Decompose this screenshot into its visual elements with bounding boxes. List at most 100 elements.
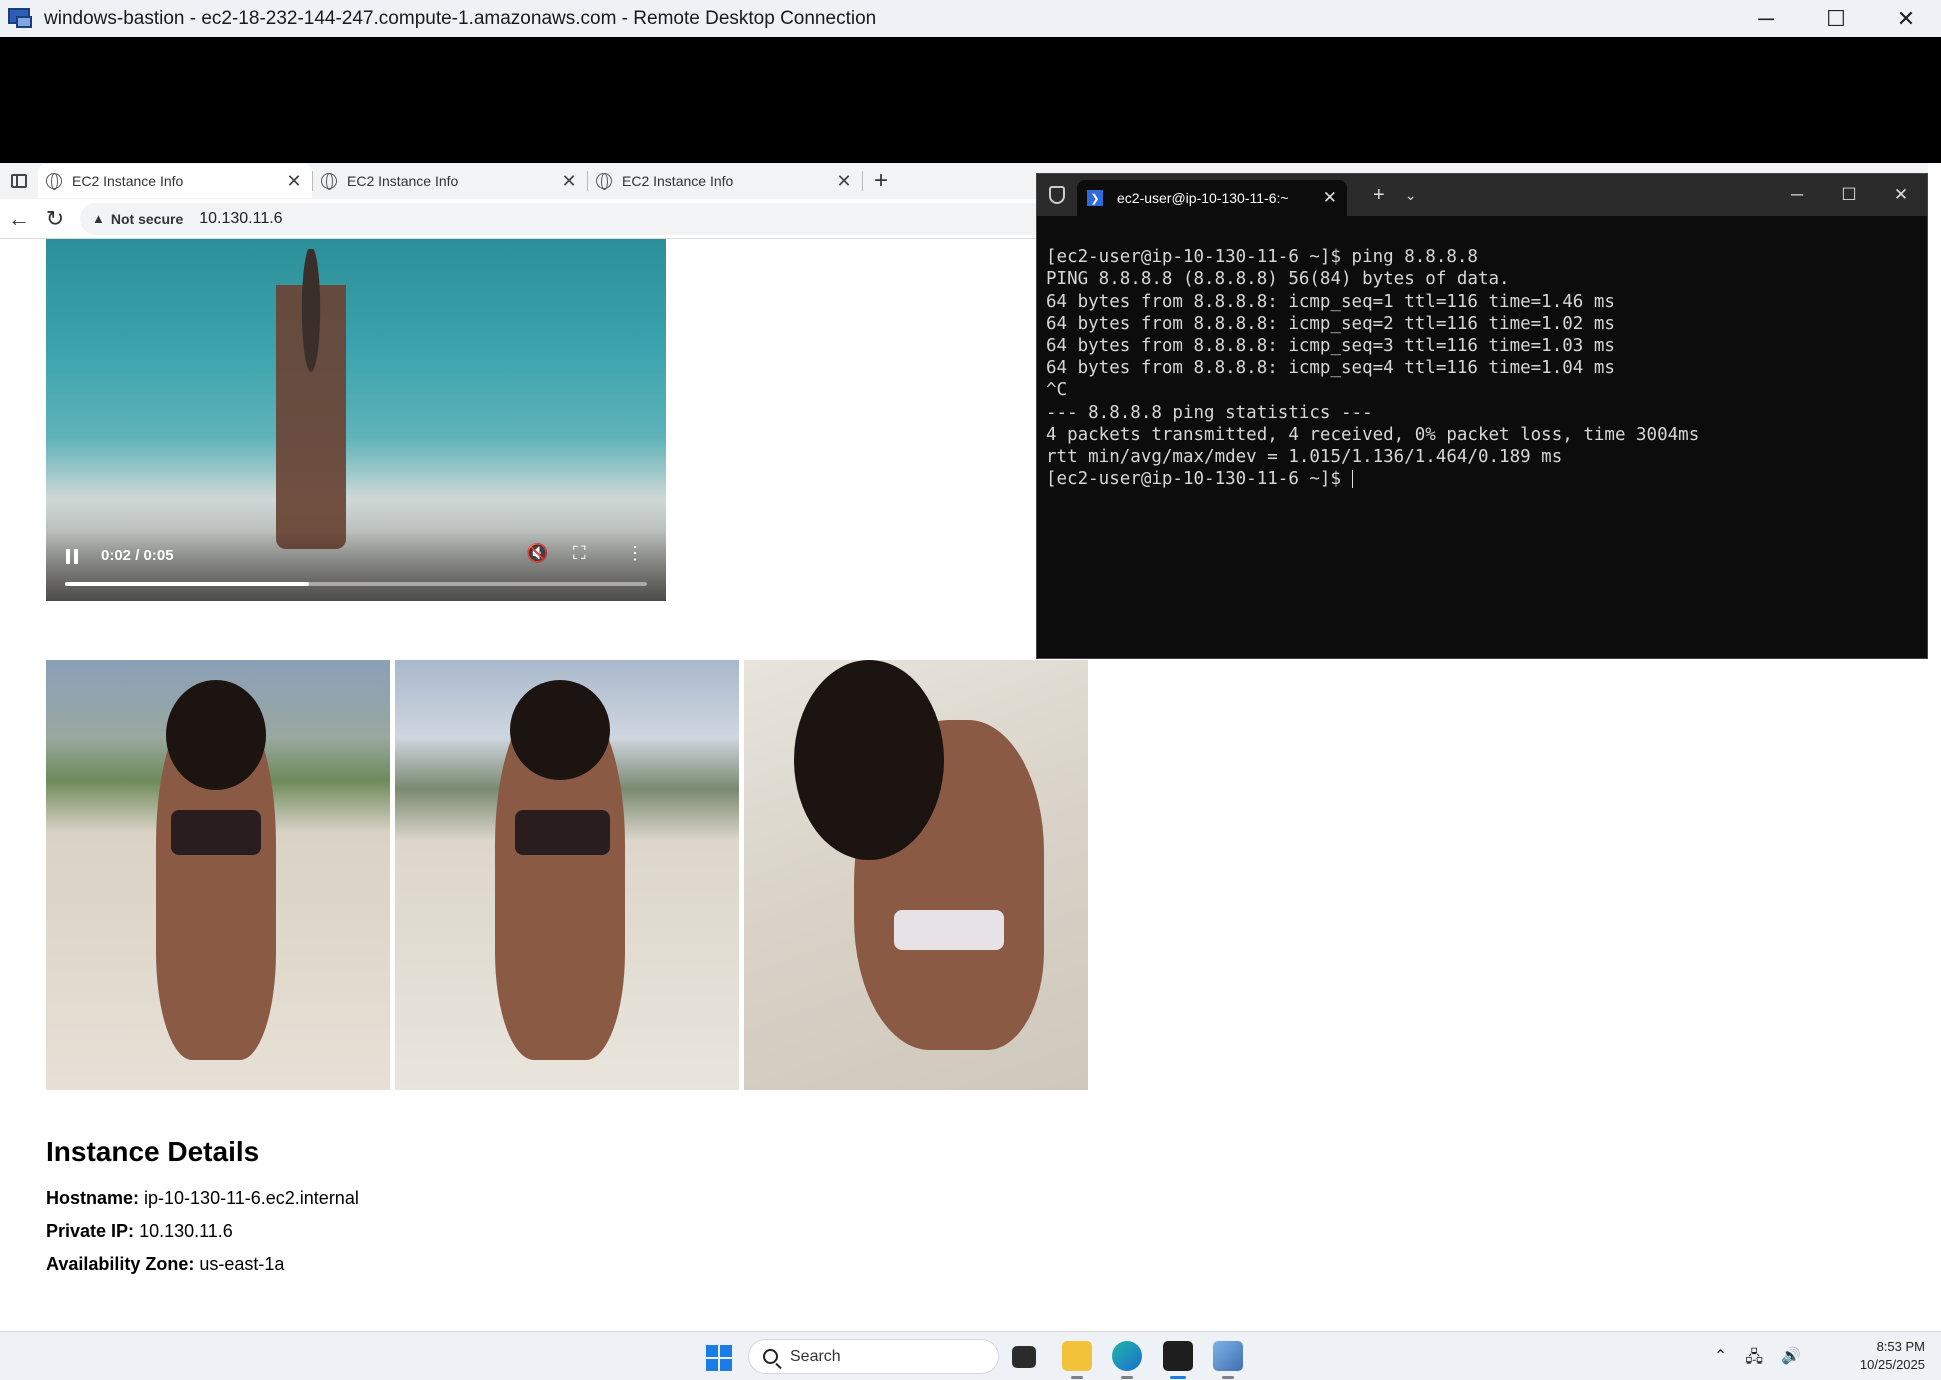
remote-desktop-icon[interactable] bbox=[1213, 1341, 1243, 1371]
tab-ec2-instance-info-2[interactable]: EC2 Instance Info ✕ bbox=[313, 164, 587, 198]
terminal-line: PING 8.8.8.8 (8.8.8.8) 56(84) bytes of d… bbox=[1046, 269, 1510, 290]
terminal-line: 64 bytes from 8.8.8.8: icmp_seq=3 ttl=11… bbox=[1046, 336, 1615, 357]
mute-icon[interactable]: 🔇 bbox=[526, 543, 548, 564]
edge-browser-icon[interactable] bbox=[1112, 1341, 1142, 1371]
terminal-new-tab-button[interactable]: + bbox=[1373, 184, 1385, 207]
gallery-photo-1 bbox=[46, 660, 390, 1090]
running-indicator bbox=[1121, 1376, 1133, 1379]
tab-label: EC2 Instance Info bbox=[622, 173, 734, 189]
tray-overflow-icon[interactable]: ⌃ bbox=[1714, 1346, 1727, 1373]
video-player[interactable]: 0:02 / 0:05 🔇 ⛶ ⋮ bbox=[46, 239, 666, 601]
back-button[interactable]: ← bbox=[2, 202, 36, 236]
taskbar-search[interactable]: Search bbox=[748, 1339, 999, 1374]
window-edge bbox=[1928, 163, 1941, 1331]
system-tray: ⌃ 🖧 🔊 bbox=[1714, 1346, 1801, 1373]
hostname-label: Hostname: bbox=[46, 1188, 140, 1208]
terminal-title-bar: ❯ ec2-user@ip-10-130-11-6:~ ✕ + ⌄ ─ ☐ ✕ bbox=[1037, 174, 1927, 216]
clock-time: 8:53 PM bbox=[1876, 1339, 1925, 1354]
start-button[interactable] bbox=[706, 1345, 732, 1371]
terminal-tab[interactable]: ❯ ec2-user@ip-10-130-11-6:~ ✕ bbox=[1077, 180, 1347, 216]
terminal-line: ^C bbox=[1046, 380, 1068, 401]
tab-label: EC2 Instance Info bbox=[72, 173, 184, 189]
shell-icon: ❯ bbox=[1087, 190, 1103, 206]
network-icon[interactable]: 🖧 bbox=[1745, 1346, 1763, 1373]
running-indicator bbox=[1071, 1376, 1083, 1379]
private-ip-value: 10.130.11.6 bbox=[139, 1221, 233, 1241]
video-controls: 0:02 / 0:05 🔇 ⛶ ⋮ bbox=[46, 531, 666, 601]
gallery-photo-2 bbox=[395, 660, 739, 1090]
tab-ec2-instance-info-3[interactable]: EC2 Instance Info ✕ bbox=[588, 164, 862, 198]
terminal-close-button[interactable]: ✕ bbox=[1875, 185, 1927, 205]
tab-close-button[interactable]: ✕ bbox=[284, 171, 304, 192]
terminal-line: rtt min/avg/max/mdev = 1.015/1.136/1.464… bbox=[1046, 447, 1563, 468]
warning-icon[interactable]: ▲ bbox=[92, 211, 105, 226]
tab-actions-menu[interactable] bbox=[0, 163, 38, 199]
details-heading: Instance Details bbox=[46, 1136, 260, 1167]
security-status[interactable]: Not secure bbox=[111, 211, 183, 227]
clock[interactable]: 8:53 PM 10/25/2025 bbox=[1860, 1338, 1925, 1374]
hostname-row: Hostname: ip-10-130-11-6.ec2.internal bbox=[46, 1188, 359, 1209]
tab-actions-icon bbox=[11, 174, 27, 188]
more-options-icon[interactable]: ⋮ bbox=[626, 543, 644, 564]
remote-desktop-background bbox=[0, 37, 1941, 163]
video-progress-bar[interactable] bbox=[65, 582, 647, 586]
terminal-dropdown-button[interactable]: ⌄ bbox=[1405, 187, 1417, 204]
maximize-button[interactable]: ☐ bbox=[1801, 0, 1871, 37]
taskbar-search-label: Search bbox=[790, 1347, 841, 1365]
terminal-maximize-button[interactable]: ☐ bbox=[1823, 185, 1875, 205]
reload-button[interactable]: ↻ bbox=[38, 202, 72, 236]
tab-close-button[interactable]: ✕ bbox=[559, 171, 579, 192]
az-label: Availability Zone: bbox=[46, 1254, 195, 1274]
globe-icon bbox=[596, 173, 612, 190]
active-indicator bbox=[1170, 1376, 1186, 1379]
close-button[interactable]: ✕ bbox=[1871, 0, 1941, 37]
globe-icon bbox=[321, 173, 337, 190]
new-tab-button[interactable]: + bbox=[863, 167, 899, 195]
remote-desktop-icon bbox=[8, 6, 34, 32]
terminal-line: 64 bytes from 8.8.8.8: icmp_seq=4 ttl=11… bbox=[1046, 358, 1615, 379]
tab-close-button[interactable]: ✕ bbox=[834, 171, 854, 192]
terminal-cursor bbox=[1351, 470, 1353, 489]
instance-details: Instance Details Hostname: ip-10-130-11-… bbox=[46, 1136, 359, 1287]
file-explorer-icon[interactable] bbox=[1062, 1341, 1092, 1371]
terminal-prompt-line[interactable]: [ec2-user@ip-10-130-11-6 ~]$ bbox=[1046, 468, 1918, 490]
fullscreen-icon[interactable]: ⛶ bbox=[573, 543, 586, 564]
shield-icon bbox=[1049, 186, 1065, 204]
window-title: windows-bastion - ec2-18-232-144-247.com… bbox=[44, 7, 877, 29]
private-ip-label: Private IP: bbox=[46, 1221, 135, 1241]
globe-icon bbox=[46, 173, 62, 190]
terminal-tab-title: ec2-user@ip-10-130-11-6:~ bbox=[1117, 190, 1289, 206]
terminal-line: --- 8.8.8.8 ping statistics --- bbox=[1046, 402, 1373, 423]
terminal-line: [ec2-user@ip-10-130-11-6 ~]$ ping 8.8.8.… bbox=[1046, 247, 1478, 268]
url-text[interactable]: 10.130.11.6 bbox=[199, 210, 282, 228]
terminal-output[interactable]: [ec2-user@ip-10-130-11-6 ~]$ ping 8.8.8.… bbox=[1037, 216, 1927, 543]
terminal-tab-close-button[interactable]: ✕ bbox=[1323, 188, 1337, 208]
terminal-icon[interactable] bbox=[1163, 1341, 1193, 1371]
taskbar: Search ⌃ 🖧 🔊 8:53 PM 10/25/2025 bbox=[0, 1331, 1941, 1380]
photo-gallery bbox=[46, 660, 1090, 1090]
az-row: Availability Zone: us-east-1a bbox=[46, 1254, 359, 1275]
gallery-photo-3 bbox=[744, 660, 1088, 1090]
rdp-title-bar: windows-bastion - ec2-18-232-144-247.com… bbox=[0, 0, 1941, 37]
terminal-line: 64 bytes from 8.8.8.8: icmp_seq=1 ttl=11… bbox=[1046, 291, 1615, 312]
tab-label: EC2 Instance Info bbox=[347, 173, 459, 189]
hostname-value: ip-10-130-11-6.ec2.internal bbox=[144, 1188, 359, 1208]
tab-ec2-instance-info-1[interactable]: EC2 Instance Info ✕ bbox=[38, 164, 312, 198]
search-icon bbox=[763, 1349, 778, 1364]
terminal-line: 64 bytes from 8.8.8.8: icmp_seq=2 ttl=11… bbox=[1046, 313, 1615, 334]
video-progress-fill bbox=[65, 582, 310, 586]
video-frame-subject bbox=[276, 249, 346, 549]
pause-button[interactable] bbox=[66, 549, 82, 565]
terminal-line: 4 packets transmitted, 4 received, 0% pa… bbox=[1046, 424, 1700, 445]
terminal-minimize-button[interactable]: ─ bbox=[1771, 185, 1823, 205]
running-indicator bbox=[1222, 1376, 1234, 1379]
task-view-icon[interactable] bbox=[1012, 1346, 1036, 1368]
private-ip-row: Private IP: 10.130.11.6 bbox=[46, 1221, 359, 1242]
volume-icon[interactable]: 🔊 bbox=[1781, 1346, 1801, 1373]
clock-date: 10/25/2025 bbox=[1859, 1357, 1925, 1372]
terminal-prompt: [ec2-user@ip-10-130-11-6 ~]$ bbox=[1046, 469, 1352, 490]
terminal-window[interactable]: ❯ ec2-user@ip-10-130-11-6:~ ✕ + ⌄ ─ ☐ ✕ … bbox=[1036, 173, 1928, 659]
minimize-button[interactable]: ─ bbox=[1731, 0, 1801, 37]
video-time: 0:02 / 0:05 bbox=[101, 547, 174, 564]
az-value: us-east-1a bbox=[199, 1254, 285, 1274]
